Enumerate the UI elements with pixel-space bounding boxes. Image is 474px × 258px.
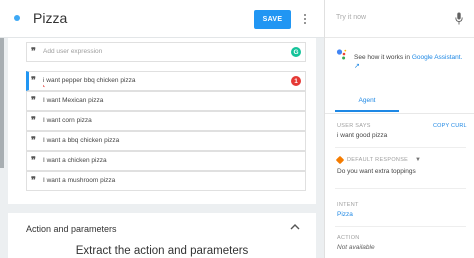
quote-icon: ❞ <box>31 156 36 166</box>
action-value: Not available <box>337 244 375 251</box>
list-item[interactable]: ❞ I want a bbq chicken pizza <box>26 131 306 151</box>
user-says-value: i want good pizza <box>337 132 388 139</box>
list-item[interactable]: ❞ I want Mexican pizza <box>26 91 306 111</box>
expression-text[interactable]: I want a mushroom pizza <box>43 177 115 184</box>
more-vert-icon[interactable] <box>301 11 309 27</box>
default-response-label: DEFAULT RESPONSE <box>347 157 409 163</box>
training-phrases-card: ❞ Add user expression G ❞ i want pepper … <box>8 38 316 204</box>
quote-icon: ❞ <box>31 76 36 86</box>
expression-text[interactable]: I want a bbq chicken pizza <box>43 137 119 144</box>
list-item[interactable]: ❞ I want corn pizza <box>26 111 306 131</box>
external-link-icon[interactable]: ↗ <box>354 63 360 70</box>
try-it-now-header: Try it now <box>325 0 474 38</box>
expression-text[interactable]: I want a chicken pizza <box>43 157 107 164</box>
expression-text[interactable]: I want Mexican pizza <box>43 97 103 104</box>
action-label: ACTION <box>337 235 360 241</box>
save-button[interactable]: SAVE <box>254 10 291 29</box>
intent-label: INTENT <box>337 202 359 208</box>
quote-icon: ❞ <box>31 96 36 106</box>
mic-icon[interactable] <box>455 12 463 25</box>
add-expression-placeholder: Add user expression <box>43 48 103 55</box>
add-user-expression-input[interactable]: ❞ Add user expression G <box>26 42 306 62</box>
scrollbar[interactable] <box>0 38 4 168</box>
action-parameters-section: Action and parameters Extract the action… <box>8 213 316 258</box>
error-badge[interactable]: 1 <box>291 76 301 86</box>
default-response-icon <box>335 155 345 165</box>
quote-icon: ❞ <box>31 116 36 126</box>
chevron-up-icon[interactable] <box>290 223 300 231</box>
expression-rest: want pepper bbq chicken pizza <box>46 77 136 84</box>
section-title: Action and parameters <box>26 224 117 234</box>
response-value: Do you want extra toppings <box>337 168 416 175</box>
try-it-now-panel: Try it now See how it works in Google As… <box>325 0 474 258</box>
list-item[interactable]: ❞ I want a chicken pizza <box>26 151 306 171</box>
section-subtitle: Extract the action and parameters <box>75 245 249 257</box>
assistant-help-text: See how it works in Google Assistant. ↗ <box>354 53 469 71</box>
divider <box>335 188 466 189</box>
tab-agent[interactable]: Agent <box>335 96 399 112</box>
google-assistant-icon <box>336 49 347 60</box>
misspelled-word: i <box>43 77 45 84</box>
intent-link[interactable]: Pizza <box>337 211 353 218</box>
expression-text[interactable]: I want corn pizza <box>43 117 92 124</box>
expression-text[interactable]: i want pepper bbq chicken pizza <box>43 77 136 84</box>
grammarly-icon[interactable]: G <box>291 47 301 57</box>
divider <box>335 147 466 148</box>
divider <box>335 226 466 227</box>
copy-curl-button[interactable]: COPY CURL <box>433 123 467 129</box>
divider <box>325 113 474 114</box>
intent-editor: Pizza SAVE ❞ Add user expression G ❞ i w… <box>0 0 324 258</box>
quote-icon: ❞ <box>31 176 36 186</box>
try-it-now-input[interactable]: Try it now <box>336 14 366 21</box>
google-assistant-link[interactable]: Google Assistant. <box>412 54 463 61</box>
user-says-label: USER SAYS <box>337 123 371 129</box>
intent-header: Pizza SAVE <box>0 0 324 38</box>
intent-name[interactable]: Pizza <box>33 10 67 26</box>
list-item[interactable]: ❞ I want a mushroom pizza <box>26 171 306 191</box>
list-item[interactable]: ❞ i want pepper bbq chicken pizza 1 <box>26 71 306 91</box>
status-dot <box>14 15 20 21</box>
quote-icon: ❞ <box>31 136 36 146</box>
see-how-text: See how it works in <box>354 54 412 61</box>
dropdown-chevron-icon[interactable]: ▼ <box>415 157 421 163</box>
quote-icon: ❞ <box>31 47 36 57</box>
